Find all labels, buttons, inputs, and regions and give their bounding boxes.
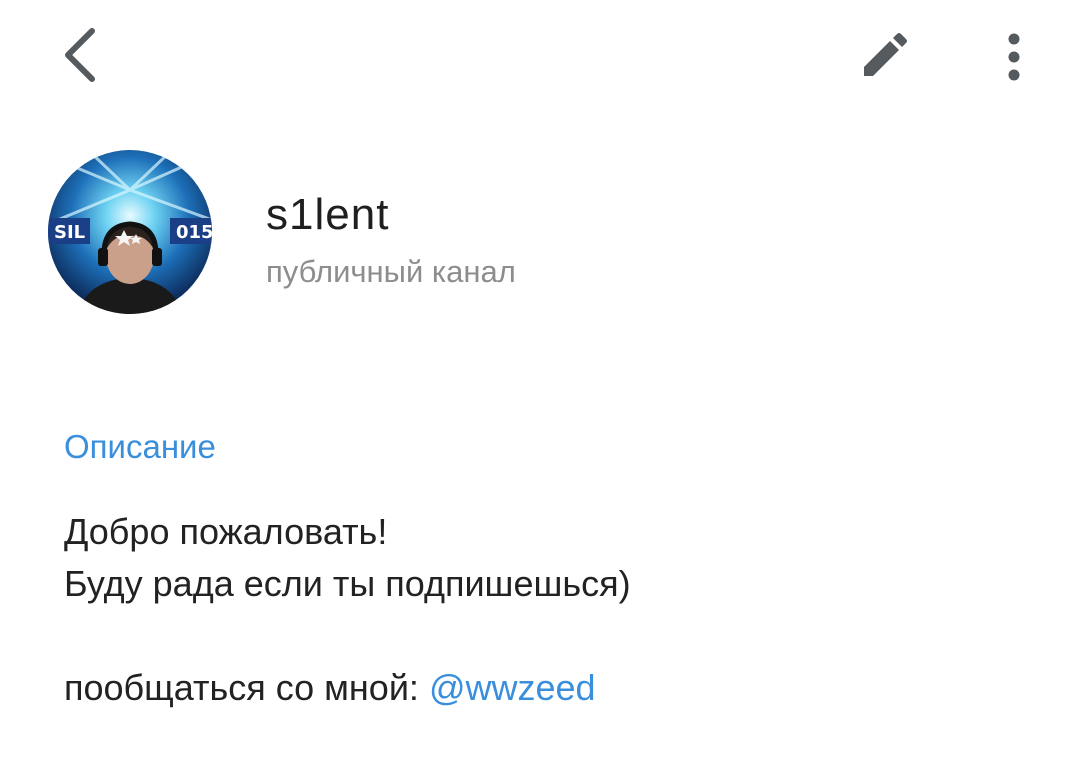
description-line: Буду рада если ты подпишешься) [64,563,631,604]
chevron-left-icon [65,28,95,82]
description-line: Добро пожаловать! [64,511,388,552]
channel-type-label: публичный канал [266,254,516,289]
avatar-image: SIL 015 [48,150,212,314]
edit-button[interactable] [852,26,914,88]
username-mention-link[interactable]: @wwzeed [429,667,596,708]
more-vertical-icon [1008,33,1020,81]
channel-profile-header: SIL 015 s1lent публичный канал [48,150,1028,316]
contact-prefix: пообщаться со мной: [64,667,429,708]
svg-text:SIL: SIL [54,222,85,243]
description-contact-line: пообщаться со мной: @wwzeed [64,662,1024,714]
pencil-icon [864,33,907,76]
channel-avatar[interactable]: SIL 015 [48,150,212,314]
more-options-button[interactable] [986,24,1042,90]
description-body: Добро пожаловать! Буду рада если ты подп… [64,506,1024,714]
top-toolbar [0,0,1080,110]
description-header: Описание [64,428,216,465]
back-button[interactable] [50,22,110,88]
svg-text:015: 015 [176,222,212,243]
channel-name: s1lent [266,190,390,239]
